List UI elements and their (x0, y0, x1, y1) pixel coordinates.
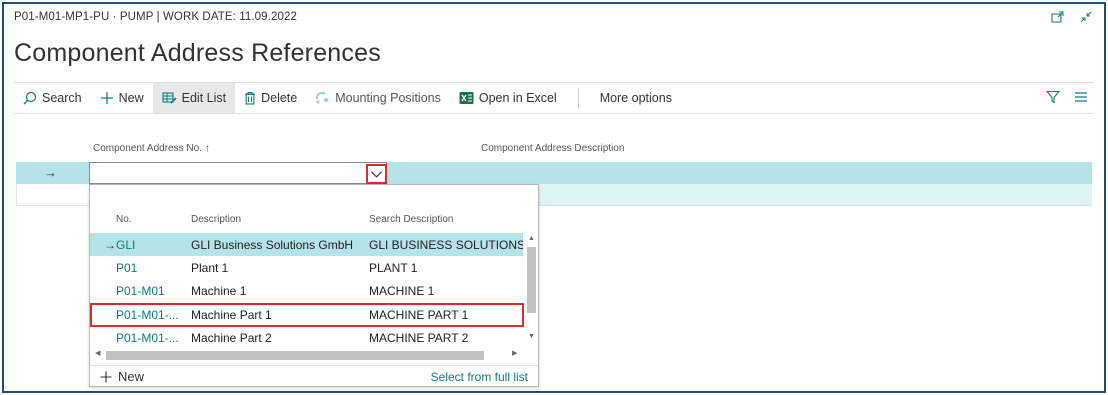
more-options-button[interactable]: More options (591, 83, 681, 113)
current-row-arrow-icon: → (44, 165, 57, 180)
horizontal-scrollbar[interactable]: ◀ ▶ (93, 348, 523, 362)
toolbar-divider (577, 88, 579, 108)
lookup-cell-no[interactable]: P01 (116, 261, 137, 275)
lookup-cell-search-description: PLANT 1 (369, 260, 418, 275)
vertical-scrollbar[interactable]: ▲ ▼ (525, 233, 538, 351)
toolbar-right (1045, 90, 1094, 107)
scroll-left-icon[interactable]: ◀ (95, 349, 100, 357)
more-options-label: More options (599, 91, 672, 105)
lookup-cell-no[interactable]: P01-M01-... (116, 331, 179, 345)
delete-label: Delete (261, 91, 298, 105)
list-view-icon[interactable] (1074, 91, 1088, 106)
highlight-box (90, 303, 524, 327)
search-icon (23, 91, 37, 105)
new-label: New (118, 91, 144, 105)
action-bar: Search New Edit List Delete Mounting Pos… (14, 82, 1094, 114)
lookup-cell-description: Machine Part 2 (191, 330, 272, 345)
lookup-cell-description: GLI Business Solutions GmbH (191, 237, 354, 252)
lookup-row[interactable]: P01-M01 Machine 1 MACHINE 1 (90, 279, 523, 302)
lookup-cell-no[interactable]: GLI (116, 238, 135, 252)
lookup-cell-search-description: GLI BUSINESS SOLUTIONS GN (369, 237, 523, 252)
lookup-cell-search-description: MACHINE PART 2 (369, 330, 469, 345)
search-button[interactable]: Search (14, 83, 91, 113)
select-from-full-list-link[interactable]: Select from full list (431, 370, 528, 384)
window-controls (1050, 9, 1094, 25)
lookup-cell-description: Plant 1 (191, 260, 229, 275)
filter-icon[interactable] (1045, 90, 1061, 107)
lookup-cell-description: Machine 1 (191, 283, 247, 298)
collapse-icon[interactable] (1078, 9, 1094, 25)
scroll-up-icon[interactable]: ▲ (527, 235, 536, 242)
lookup-new-button[interactable]: New (100, 369, 144, 384)
lookup-header-no: No. (116, 214, 132, 225)
breadcrumb: P01-M01-MP1-PU · PUMP | WORK DATE: 11.09… (14, 11, 297, 23)
lookup-header-description: Description (191, 214, 242, 225)
column-header-component-address-description[interactable]: Component Address Description (481, 143, 624, 154)
lookup-row[interactable]: P01 Plant 1 PLANT 1 (90, 256, 523, 279)
edit-list-label: Edit List (181, 91, 227, 105)
lookup-dropdown-button[interactable] (366, 164, 387, 184)
open-in-excel-button[interactable]: Open in Excel (450, 83, 566, 113)
row-gutter (16, 184, 89, 206)
horizontal-scroll-thumb[interactable] (106, 351, 484, 360)
trash-icon (245, 91, 256, 105)
scroll-right-icon[interactable]: ▶ (512, 349, 517, 357)
lookup-row[interactable]: P01-M01-... Machine Part 2 MACHINE PART … (90, 326, 523, 349)
page-title: Component Address References (14, 39, 381, 67)
new-button[interactable]: New (91, 83, 153, 113)
lookup-footer: New Select from full list (90, 365, 538, 387)
lookup-dropdown: No. Description Search Description → GLI… (89, 184, 539, 387)
column-header-component-address-no[interactable]: Component Address No. ↑ (93, 143, 210, 154)
edit-list-icon (162, 92, 177, 104)
chevron-down-icon (371, 170, 382, 178)
plus-icon (100, 371, 112, 382)
mounting-positions-button[interactable]: Mounting Positions (306, 83, 450, 113)
lookup-cell-search-description: MACHINE 1 (369, 283, 435, 298)
search-label: Search (42, 91, 82, 105)
plus-icon (100, 92, 113, 104)
open-in-excel-label: Open in Excel (478, 91, 557, 105)
scroll-down-icon[interactable]: ▼ (527, 333, 536, 340)
delete-button[interactable]: Delete (235, 83, 306, 113)
edit-list-button[interactable]: Edit List (152, 83, 236, 113)
lookup-cell-no[interactable]: P01-M01 (116, 284, 165, 298)
lookup-header-search-description: Search Description (369, 214, 454, 225)
lookup-new-label: New (118, 369, 145, 384)
open-in-new-window-icon[interactable] (1050, 9, 1066, 25)
excel-icon (459, 92, 474, 104)
component-address-no-input[interactable] (89, 162, 387, 184)
lookup-row[interactable]: → GLI GLI Business Solutions GmbH GLI BU… (90, 233, 523, 256)
vertical-scroll-thumb[interactable] (527, 247, 536, 313)
mounting-positions-icon (316, 91, 329, 104)
selected-row-arrow-icon: → (104, 237, 116, 252)
mounting-positions-label: Mounting Positions (335, 91, 441, 105)
